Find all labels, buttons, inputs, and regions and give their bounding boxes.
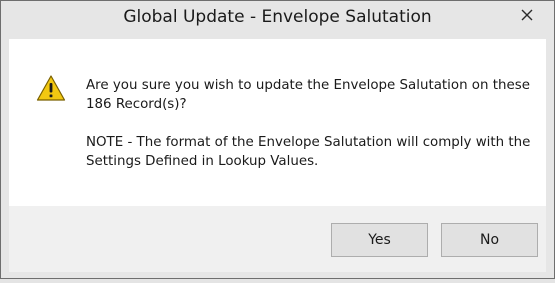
yes-button[interactable]: Yes	[331, 223, 428, 257]
button-bar: Yes No	[9, 206, 546, 272]
close-button[interactable]	[510, 4, 544, 26]
close-icon	[521, 9, 533, 21]
warning-icon	[36, 75, 66, 101]
confirm-message: Are you sure you wish to update the Enve…	[86, 78, 530, 112]
dialog-window: Global Update - Envelope Salutation Are …	[0, 0, 555, 279]
message-area: Are you sure you wish to update the Enve…	[9, 39, 546, 206]
note-message: NOTE - The format of the Envelope Saluta…	[86, 135, 531, 169]
window-title: Global Update - Envelope Salutation	[123, 7, 432, 27]
message-text: Are you sure you wish to update the Enve…	[86, 76, 536, 171]
title-bar[interactable]: Global Update - Envelope Salutation	[1, 1, 554, 38]
no-button[interactable]: No	[441, 223, 538, 257]
